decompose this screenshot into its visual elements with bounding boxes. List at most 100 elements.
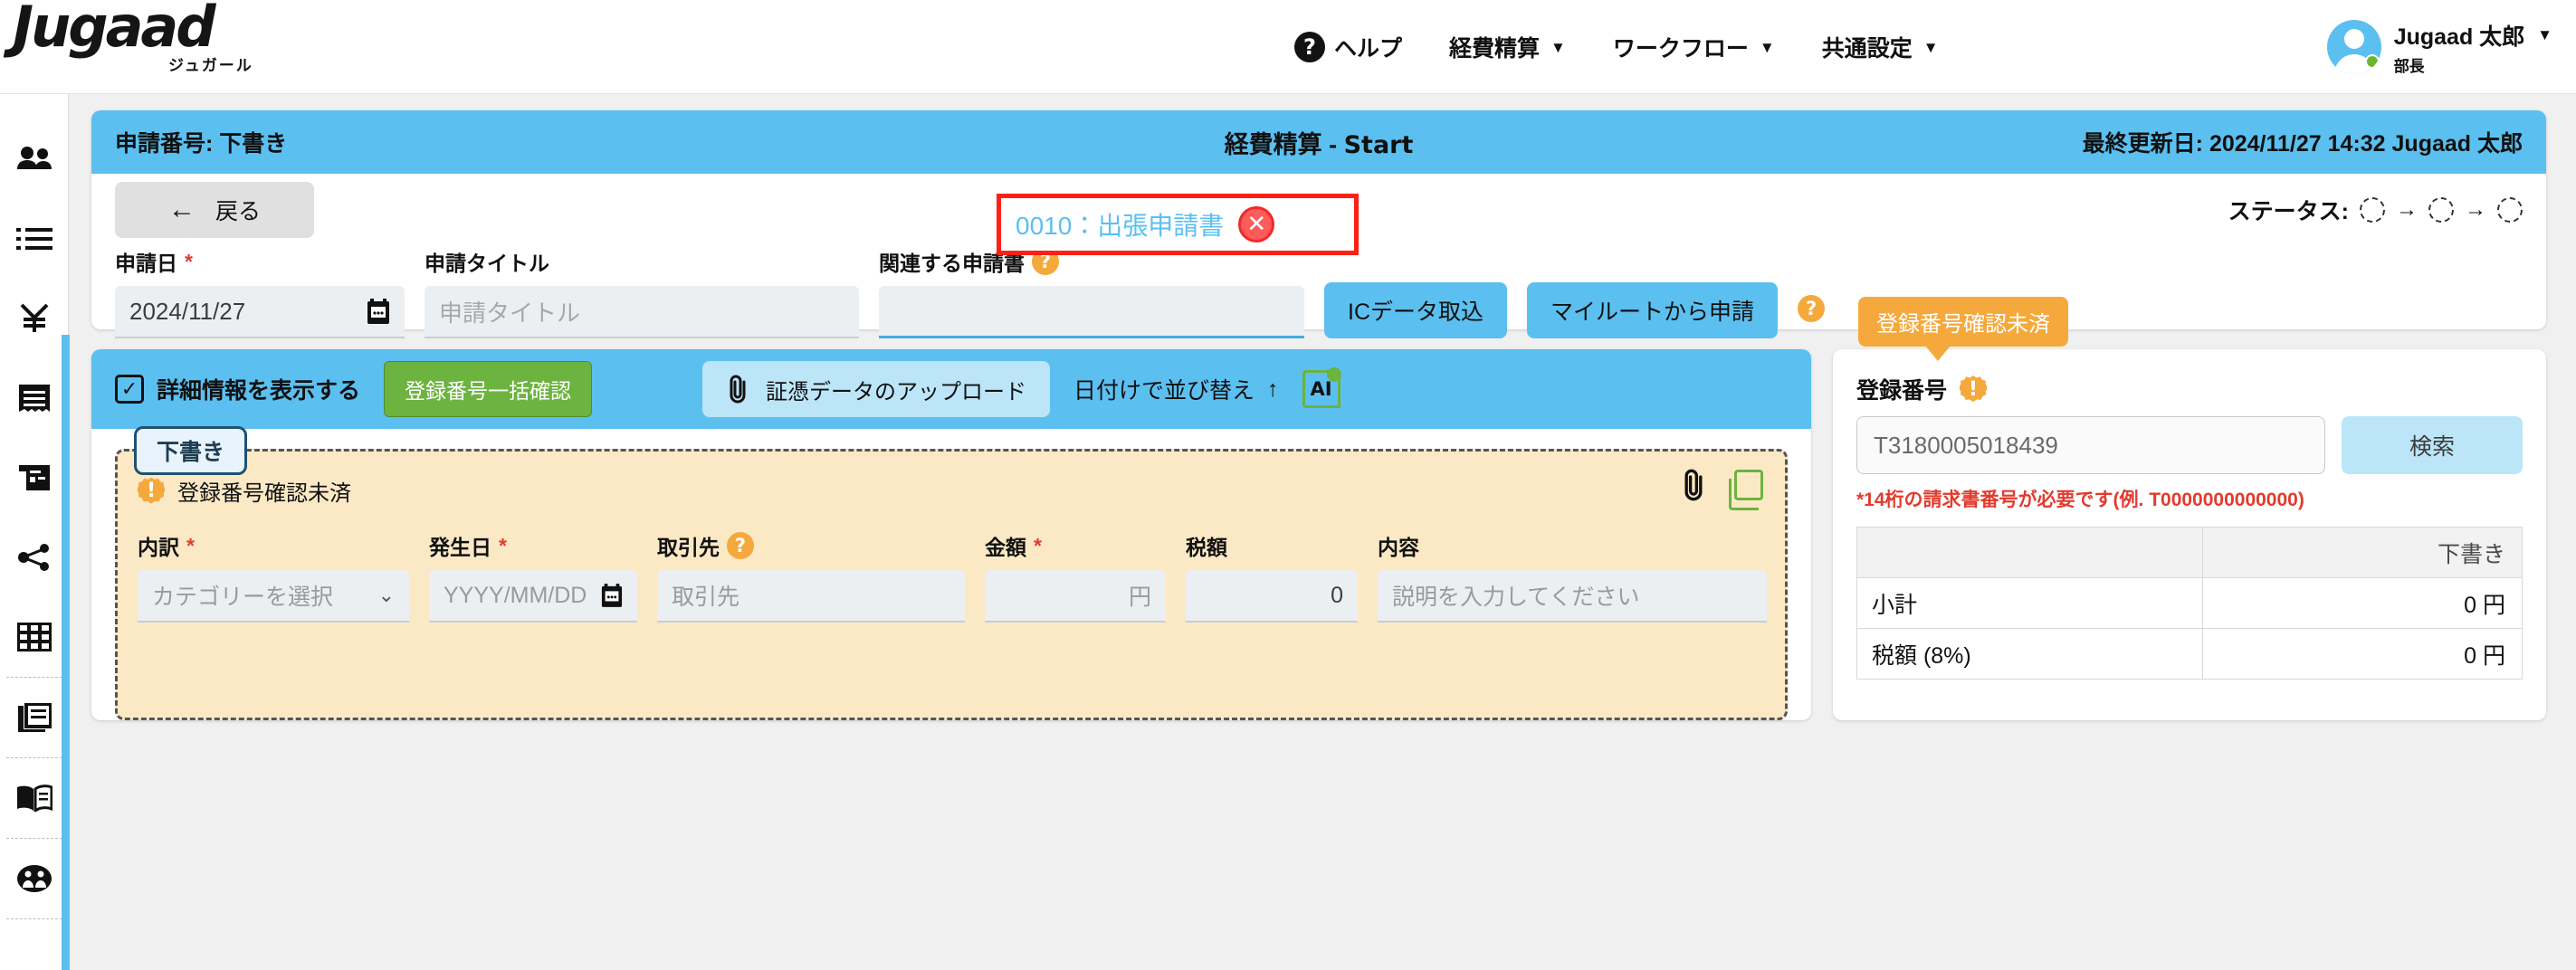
status-step-1-icon: [2360, 197, 2385, 223]
registration-number-input[interactable]: T3180005018439: [1856, 416, 2325, 474]
sidebar-item-book[interactable]: [0, 758, 69, 838]
application-title-input[interactable]: 申請タイトル: [425, 286, 859, 338]
avatar-head: [2343, 29, 2364, 49]
summary-subtotal-value: 0 円: [2202, 577, 2523, 629]
application-date-input[interactable]: 2024/11/27: [115, 286, 405, 338]
sidebar-item-receipt[interactable]: [0, 358, 69, 438]
ai-assist-icon[interactable]: AI: [1302, 367, 1341, 408]
application-date-label-text: 申請日: [115, 252, 177, 275]
item-field-vendor: 取引先 ? 取引先: [657, 530, 965, 623]
arrow-up-icon: ↑: [1267, 376, 1279, 402]
field-application-date: 申請日 * 2024/11/27: [115, 246, 405, 338]
table-row: 税額 (8%) 0 円: [1856, 628, 2523, 680]
item-category-select[interactable]: カテゴリーを選択 ⌄: [138, 570, 409, 623]
registration-search-row: T3180005018439 検索: [1856, 416, 2523, 474]
sidebar-item-table[interactable]: [0, 597, 69, 677]
warning-icon: !: [138, 477, 165, 504]
people-circle-icon: [16, 865, 52, 892]
field-application-title: 申請タイトル 申請タイトル: [425, 246, 859, 338]
bulk-registration-confirm-button[interactable]: 登録番号一括確認: [384, 361, 593, 417]
expense-items-panel: ✓ 詳細情報を表示する 登録番号一括確認 証憑データのアップロード 日付けで並び…: [91, 349, 1811, 720]
back-button[interactable]: ← 戻る: [115, 182, 314, 238]
item-card-actions: [1680, 468, 1763, 510]
status-step-2-icon: [2428, 197, 2454, 223]
draft-status-badge: 下書き: [134, 426, 248, 475]
item-tax-input[interactable]: 0: [1186, 570, 1358, 623]
documents-icon: [17, 703, 52, 732]
summary-tax-value: 0 円: [2202, 628, 2523, 680]
nav-item-workflow[interactable]: ワークフロー ▼: [1613, 31, 1775, 63]
required-marker: *: [185, 249, 193, 273]
paperclip-icon[interactable]: [1680, 468, 1707, 502]
item-category-label-text: 内訳: [138, 536, 179, 559]
nav-item-common-settings[interactable]: 共通設定 ▼: [1822, 31, 1939, 63]
chevron-down-icon: ▼: [1550, 38, 1566, 56]
item-field-amount: 金額 * 円: [985, 530, 1166, 623]
avatar: [2326, 20, 2381, 74]
item-description-input[interactable]: 説明を入力してください: [1378, 570, 1767, 623]
show-detail-checkbox[interactable]: ✓ 詳細情報を表示する: [115, 373, 360, 405]
items-toolbar: ✓ 詳細情報を表示する 登録番号一括確認 証憑データのアップロード 日付けで並び…: [91, 349, 1811, 429]
sidebar-item-invoice[interactable]: [0, 438, 69, 518]
chevron-down-icon: ⌄: [377, 584, 395, 606]
expense-item-card: 下書き ! 登録番号確認未済 内訳 * カテゴリーを選択 ⌄ 発生日 * YYY…: [115, 426, 1788, 720]
item-amount-label-text: 金額: [985, 536, 1026, 559]
duplicate-item-icon[interactable]: [1729, 470, 1763, 510]
registration-number-label: 登録番号 !: [1856, 373, 2523, 405]
user-role: 部長: [2393, 57, 2425, 75]
top-header-bar: Jugaad ジュガール ? ヘルプ 経費精算 ▼ ワークフロー ▼ 共通設定 …: [0, 0, 2576, 94]
yen-icon: [20, 303, 48, 332]
sidebar-item-share[interactable]: [0, 518, 69, 597]
item-field-description: 内容 説明を入力してください: [1378, 530, 1767, 623]
search-button[interactable]: 検索: [2342, 416, 2523, 474]
item-date-input[interactable]: YYYY/MM/DD: [429, 570, 637, 623]
nav-label-help: ヘルプ: [1334, 36, 1403, 62]
back-button-label: 戻る: [215, 199, 261, 224]
calendar-icon: [367, 299, 389, 324]
item-date-value: YYYY/MM/DD: [444, 582, 587, 608]
sidebar-item-documents[interactable]: [0, 678, 69, 757]
registration-number-label-text: 登録番号: [1856, 378, 1948, 404]
application-form-row: 申請日 * 2024/11/27 申請タイトル 申請タイトル 関連する申請書 ?…: [91, 194, 2546, 358]
item-amount-input[interactable]: 円: [985, 570, 1166, 623]
main-navigation: ? ヘルプ 経費精算 ▼ ワークフロー ▼ 共通設定 ▼: [1294, 0, 1939, 94]
sidebar-item-people-circle[interactable]: [0, 839, 69, 918]
summary-subtotal-label: 小計: [1856, 577, 2204, 629]
page-title-suffix: Start: [1343, 130, 1414, 159]
help-icon[interactable]: ?: [1798, 295, 1826, 322]
app-root: Jugaad ジュガール ? ヘルプ 経費精算 ▼ ワークフロー ▼ 共通設定 …: [0, 0, 2576, 970]
item-warning-row: ! 登録番号確認未済: [138, 475, 1765, 507]
chevron-down-icon[interactable]: ▼: [2537, 27, 2552, 43]
status-step-3-icon: [2497, 197, 2523, 223]
app-logo[interactable]: Jugaad ジュガール: [7, 0, 333, 83]
item-tax-label: 税額: [1186, 536, 1227, 559]
summary-table: 下書き 小計 0 円 税額 (8%) 0 円: [1856, 527, 2523, 680]
arrow-left-icon: ←: [167, 195, 196, 224]
sidebar-item-users[interactable]: [0, 119, 69, 199]
help-icon[interactable]: ?: [727, 532, 754, 559]
user-name: Jugaad 太郎: [2393, 24, 2525, 50]
myroute-apply-button[interactable]: マイルートから申請: [1527, 282, 1779, 338]
warning-icon: !: [1960, 376, 1988, 403]
item-field-date: 発生日 * YYYY/MM/DD: [429, 530, 637, 623]
nav-label-expense: 経費精算: [1449, 36, 1541, 62]
required-marker: *: [499, 533, 507, 557]
ic-data-import-button[interactable]: ICデータ取込: [1324, 282, 1508, 338]
sidebar-item-list[interactable]: [0, 199, 69, 279]
item-vendor-label: 取引先 ?: [657, 530, 965, 561]
user-menu[interactable]: Jugaad 太郎 ▼ 部長: [2326, 0, 2552, 94]
remove-related-application-icon[interactable]: ✕: [1238, 206, 1275, 242]
required-marker: *: [186, 533, 195, 557]
question-mark-icon: ?: [1294, 32, 1325, 62]
table-row: 小計 0 円: [1856, 577, 2523, 629]
sidebar-item-yen[interactable]: [0, 279, 69, 358]
item-vendor-input[interactable]: 取引先: [657, 570, 965, 623]
registration-tooltip: 登録番号確認未済: [1858, 297, 2068, 361]
nav-item-help[interactable]: ? ヘルプ: [1294, 31, 1402, 63]
sort-by-date-control[interactable]: 日付けで並び替え ↑: [1073, 373, 1279, 405]
share-icon: [17, 544, 49, 571]
nav-item-expense[interactable]: 経費精算 ▼: [1449, 31, 1566, 63]
related-application-annotation: 0010：出張申請書 ✕: [997, 194, 1359, 255]
related-application-input[interactable]: [879, 286, 1304, 338]
upload-evidence-button[interactable]: 証憑データのアップロード: [702, 361, 1051, 417]
